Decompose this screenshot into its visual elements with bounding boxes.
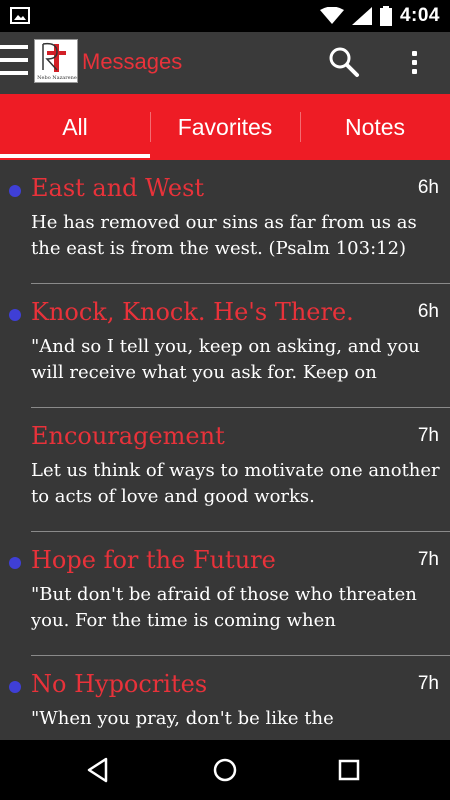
tab-favorites[interactable]: Favorites	[150, 94, 300, 160]
message-title: Hope for the Future	[31, 546, 276, 574]
gallery-notification-icon	[10, 7, 30, 24]
message-item[interactable]: No Hypocrites 7h "When you pray, don't b…	[0, 656, 450, 740]
message-title: Knock, Knock. He's There.	[31, 298, 354, 326]
system-nav-bar	[0, 740, 450, 800]
search-button[interactable]	[326, 44, 362, 80]
cross-logo-icon	[42, 42, 66, 72]
message-title: East and West	[31, 174, 205, 202]
message-title: Encouragement	[31, 422, 225, 450]
unread-indicator	[9, 557, 21, 569]
message-item[interactable]: Knock, Knock. He's There. 6h "And so I t…	[0, 284, 450, 408]
wifi-icon	[319, 7, 344, 24]
recents-icon[interactable]	[331, 752, 367, 788]
message-list[interactable]: East and West 6h He has removed our sins…	[0, 160, 450, 740]
message-time: 7h	[417, 673, 439, 694]
unread-indicator	[9, 309, 21, 321]
logo-caption: Nebo Nazarene	[37, 75, 77, 81]
tab-bar: All Favorites Notes	[0, 94, 450, 160]
home-icon[interactable]	[207, 752, 243, 788]
back-icon[interactable]	[80, 752, 116, 788]
message-item[interactable]: East and West 6h He has removed our sins…	[0, 160, 450, 284]
active-tab-indicator	[0, 154, 150, 158]
battery-icon	[379, 6, 392, 26]
message-preview: He has removed our sins as far from us a…	[31, 212, 417, 259]
status-bar: 4:04	[0, 0, 450, 32]
status-time: 4:04	[399, 5, 440, 26]
tab-label: Favorites	[177, 113, 273, 140]
search-icon	[329, 47, 359, 77]
cell-signal-icon	[351, 7, 372, 25]
message-title: No Hypocrites	[31, 670, 208, 698]
tab-label: Notes	[344, 113, 406, 140]
message-time: 7h	[417, 549, 439, 570]
tab-label: All	[62, 113, 88, 140]
message-time: 6h	[417, 177, 439, 198]
unread-indicator	[9, 681, 21, 693]
tab-divider	[150, 112, 151, 142]
more-vert-icon	[412, 51, 417, 56]
menu-icon[interactable]	[0, 45, 28, 79]
message-time: 7h	[417, 425, 439, 446]
message-item[interactable]: Hope for the Future 7h "But don't be afr…	[0, 532, 450, 656]
page-title: Messages	[82, 49, 183, 74]
message-preview: "When you pray, don't be like the	[31, 708, 334, 729]
unread-indicator	[9, 185, 21, 197]
message-preview: Let us think of ways to motivate one ano…	[31, 460, 440, 507]
app-logo[interactable]: Nebo Nazarene	[34, 39, 78, 83]
tab-notes[interactable]: Notes	[300, 94, 450, 160]
more-options-button[interactable]	[400, 44, 428, 80]
message-time: 6h	[417, 301, 439, 322]
tab-all[interactable]: All	[0, 94, 150, 160]
tab-divider	[300, 112, 301, 142]
message-preview: "And so I tell you, keep on asking, and …	[31, 336, 420, 383]
message-item[interactable]: Encouragement 7h Let us think of ways to…	[0, 408, 450, 532]
app-bar: Nebo Nazarene Messages	[0, 32, 450, 94]
message-preview: "But don't be afraid of those who threat…	[31, 584, 417, 631]
